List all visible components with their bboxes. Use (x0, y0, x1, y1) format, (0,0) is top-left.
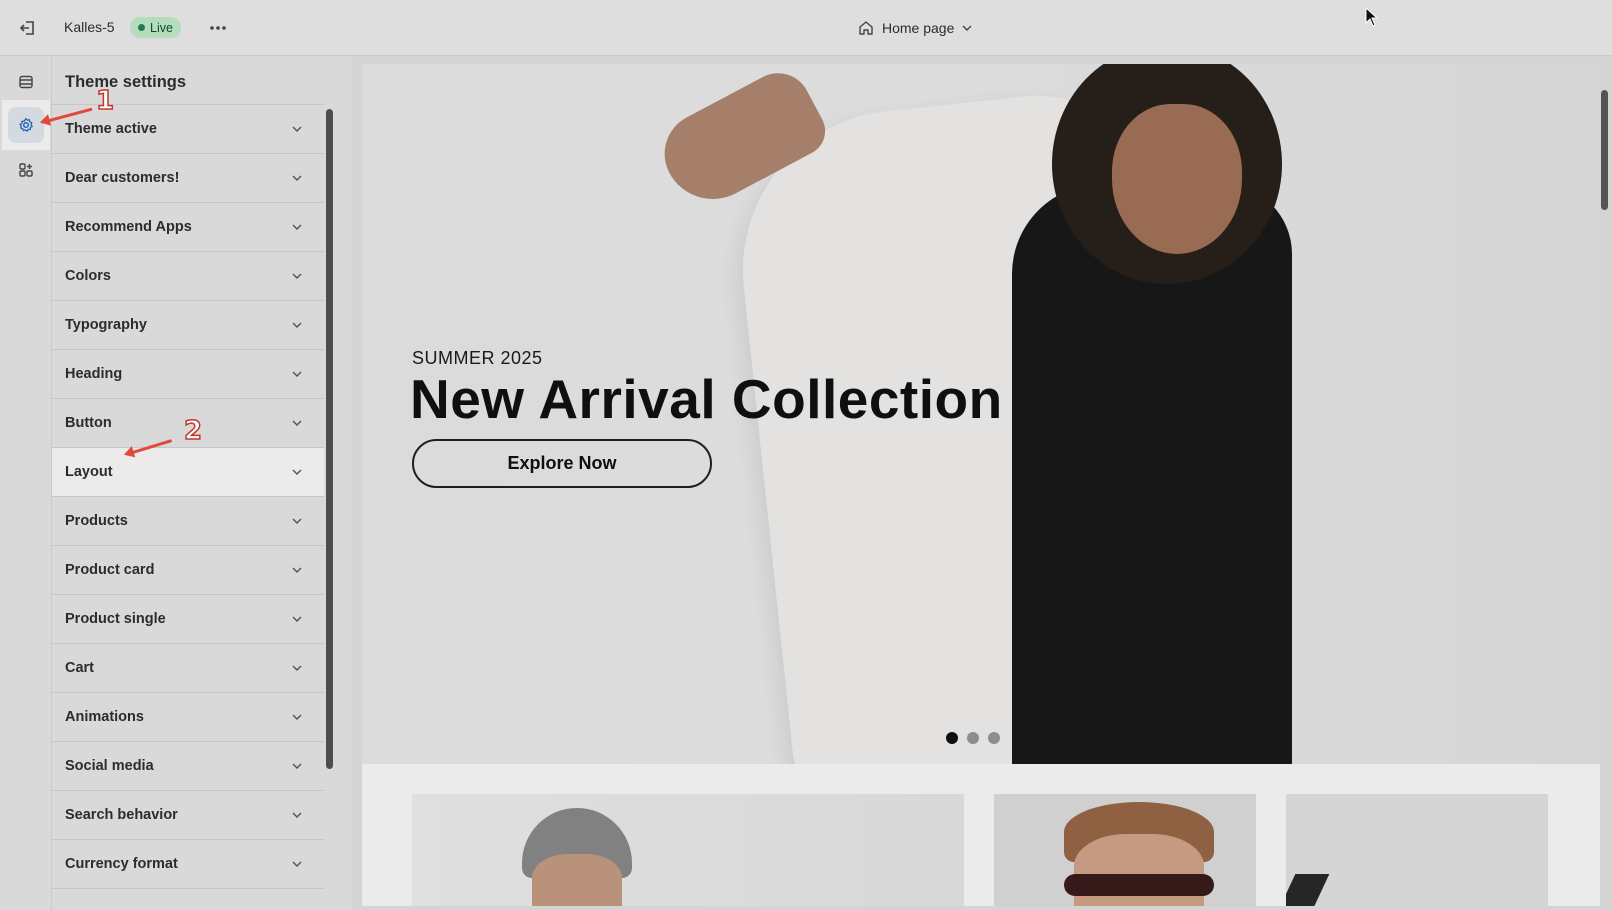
preview-scrollbar[interactable] (1601, 90, 1608, 210)
chevron-down-icon (292, 714, 302, 720)
mouse-cursor-icon (1365, 7, 1379, 27)
chevron-down-icon (292, 273, 302, 279)
chevron-down-icon (292, 420, 302, 426)
chevron-down-icon (292, 665, 302, 671)
collection-cards (362, 794, 1600, 906)
apps-button[interactable] (6, 150, 46, 190)
preview-area: SUMMER 2025 New Arrival Collection Explo… (353, 56, 1612, 910)
settings-item-label: Product single (65, 611, 166, 627)
settings-item-label: Product card (65, 562, 155, 578)
chevron-down-icon (292, 371, 302, 377)
annotation-step-2: 2 (183, 415, 203, 447)
explore-now-button[interactable]: Explore Now (412, 439, 712, 488)
left-rail (0, 56, 52, 910)
card-image-shape (1286, 874, 1330, 906)
settings-item-animations[interactable]: Animations (52, 692, 324, 741)
settings-item-layout[interactable]: Layout (52, 447, 324, 496)
settings-item-product-card[interactable]: Product card (52, 545, 324, 594)
settings-item-label: Products (65, 513, 128, 529)
settings-item-dear-customers[interactable]: Dear customers! (52, 153, 324, 202)
card-image-glasses (1064, 874, 1214, 896)
theme-settings-button-inner (8, 107, 44, 143)
chevron-down-icon (292, 469, 302, 475)
chevron-down-icon (292, 567, 302, 573)
panel-scrollbar[interactable] (326, 109, 333, 769)
exit-icon (19, 21, 34, 35)
more-icon (210, 26, 226, 30)
settings-item-label: Dear customers! (65, 170, 180, 186)
settings-item-partial[interactable] (52, 888, 324, 910)
more-actions-button[interactable] (204, 14, 232, 42)
settings-item-social-media[interactable]: Social media (52, 741, 324, 790)
settings-item-products[interactable]: Products (52, 496, 324, 545)
settings-item-label: Cart (65, 660, 95, 676)
card-image-face (532, 854, 622, 906)
chevron-down-icon (292, 126, 302, 132)
chevron-down-icon (292, 518, 302, 524)
sections-button[interactable] (6, 62, 46, 102)
chevron-down-icon (292, 861, 302, 867)
chevron-down-icon (292, 763, 302, 769)
annotation-step-1: 1 (95, 85, 115, 117)
status-badge: Live (130, 17, 181, 38)
chevron-down-icon (962, 25, 972, 31)
settings-list: Theme active Dear customers! Recommend A… (52, 104, 324, 910)
slide-dot-2[interactable] (967, 732, 979, 744)
settings-item-recommend-apps[interactable]: Recommend Apps (52, 202, 324, 251)
chevron-down-icon (292, 224, 302, 230)
settings-item-label: Animations (65, 709, 144, 725)
settings-item-cart[interactable]: Cart (52, 643, 324, 692)
apps-icon (19, 163, 33, 177)
storefront-preview: SUMMER 2025 New Arrival Collection Explo… (362, 64, 1600, 906)
settings-item-search-behavior[interactable]: Search behavior (52, 790, 324, 839)
settings-item-label: Layout (65, 464, 113, 480)
hero-kicker: SUMMER 2025 (412, 348, 543, 368)
settings-item-label: Search behavior (65, 807, 178, 823)
collection-card-2[interactable] (994, 794, 1256, 906)
chevron-down-icon (292, 322, 302, 328)
exit-button[interactable] (14, 14, 42, 42)
settings-item-label: Social media (65, 758, 154, 774)
settings-item-label: Typography (65, 317, 147, 333)
slide-dot-1[interactable] (946, 732, 958, 744)
hero-title: New Arrival Collection (410, 368, 1003, 430)
hero-slideshow: SUMMER 2025 New Arrival Collection Explo… (362, 64, 1600, 764)
slide-dot-3[interactable] (988, 732, 1000, 744)
theme-settings-panel: Theme settings Theme active Dear custome… (52, 56, 352, 910)
settings-item-typography[interactable]: Typography (52, 300, 324, 349)
settings-item-label: Theme active (65, 121, 157, 137)
settings-item-label: Button (65, 415, 112, 431)
sections-icon (19, 75, 33, 89)
gear-icon (19, 117, 33, 132)
hero-model-face (1112, 104, 1242, 254)
slide-dots (946, 732, 1000, 744)
settings-item-theme-active[interactable]: Theme active (52, 104, 324, 153)
settings-item-label: Recommend Apps (65, 219, 192, 235)
live-dot-icon (138, 24, 145, 31)
home-icon (859, 21, 873, 35)
collection-card-1[interactable] (412, 794, 964, 906)
settings-item-label: Currency format (65, 856, 178, 872)
page-selector[interactable]: Home page (858, 14, 972, 42)
panel-title: Theme settings (65, 73, 187, 91)
chevron-down-icon (292, 616, 302, 622)
store-name: Kalles-5 (64, 19, 115, 35)
page-selector-label: Home page (882, 20, 955, 36)
settings-item-label: Heading (65, 366, 123, 382)
collection-card-3[interactable] (1286, 794, 1548, 906)
settings-item-product-single[interactable]: Product single (52, 594, 324, 643)
settings-item-heading[interactable]: Heading (52, 349, 324, 398)
settings-item-currency-format[interactable]: Currency format (52, 839, 324, 888)
chevron-down-icon (292, 175, 302, 181)
settings-item-colors[interactable]: Colors (52, 251, 324, 300)
chevron-down-icon (292, 812, 302, 818)
status-badge-label: Live (150, 20, 173, 35)
settings-item-label: Colors (65, 268, 111, 284)
